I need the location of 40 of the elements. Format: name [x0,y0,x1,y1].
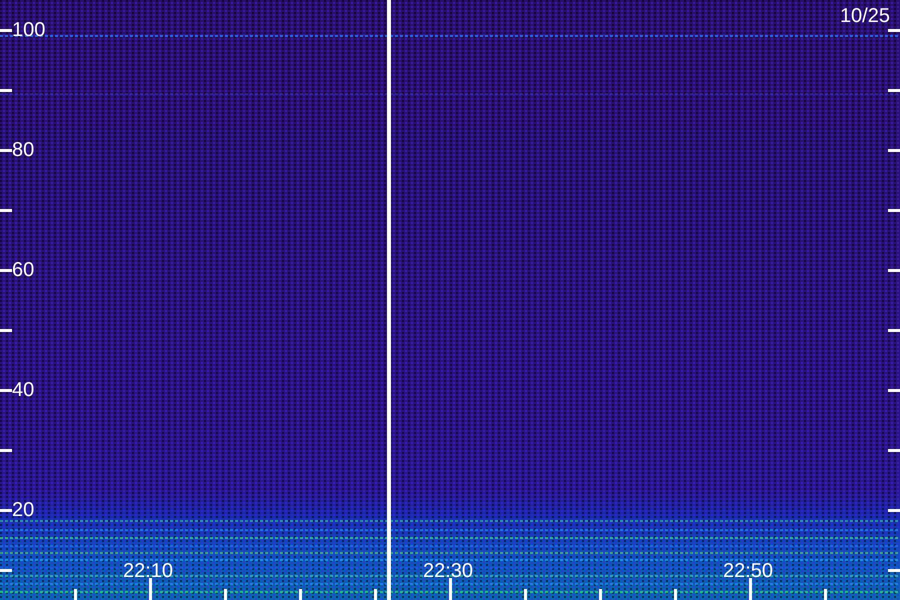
time-label: 22:50 [722,561,774,581]
tick-mark [888,29,900,32]
tick-mark [449,578,452,600]
axis-label: 60 [12,260,34,280]
tick-mark [888,569,900,572]
tick-mark [374,589,377,600]
tick-mark [888,89,900,92]
tick-mark [0,149,12,152]
tick-mark [888,329,900,332]
tick-mark [0,569,12,572]
tick-mark [149,578,152,600]
tick-mark [0,89,12,92]
tick-mark [74,589,77,600]
tick-mark [0,389,12,392]
tick-mark [888,209,900,212]
time-label: 22:10 [122,561,174,581]
tick-mark [888,149,900,152]
tick-mark [0,329,12,332]
tick-mark [224,589,227,600]
tick-mark [888,449,900,452]
tick-mark [824,589,827,600]
date-label: 10/25 [840,6,890,26]
tick-mark [0,449,12,452]
time-label: 22:30 [422,561,474,581]
tick-mark [888,269,900,272]
tick-mark [0,509,12,512]
axis-label: 80 [12,140,34,160]
axis-label: 20 [12,500,34,520]
tick-mark [0,209,12,212]
axis-label: 100 [12,20,46,40]
tick-mark [524,589,527,600]
tick-mark [299,589,302,600]
axis-label: 40 [12,380,34,400]
tick-mark [599,589,602,600]
tick-mark [888,389,900,392]
tick-mark [0,29,12,32]
tick-mark [888,509,900,512]
tick-mark [0,269,12,272]
tick-mark [674,589,677,600]
tick-mark [749,578,752,600]
